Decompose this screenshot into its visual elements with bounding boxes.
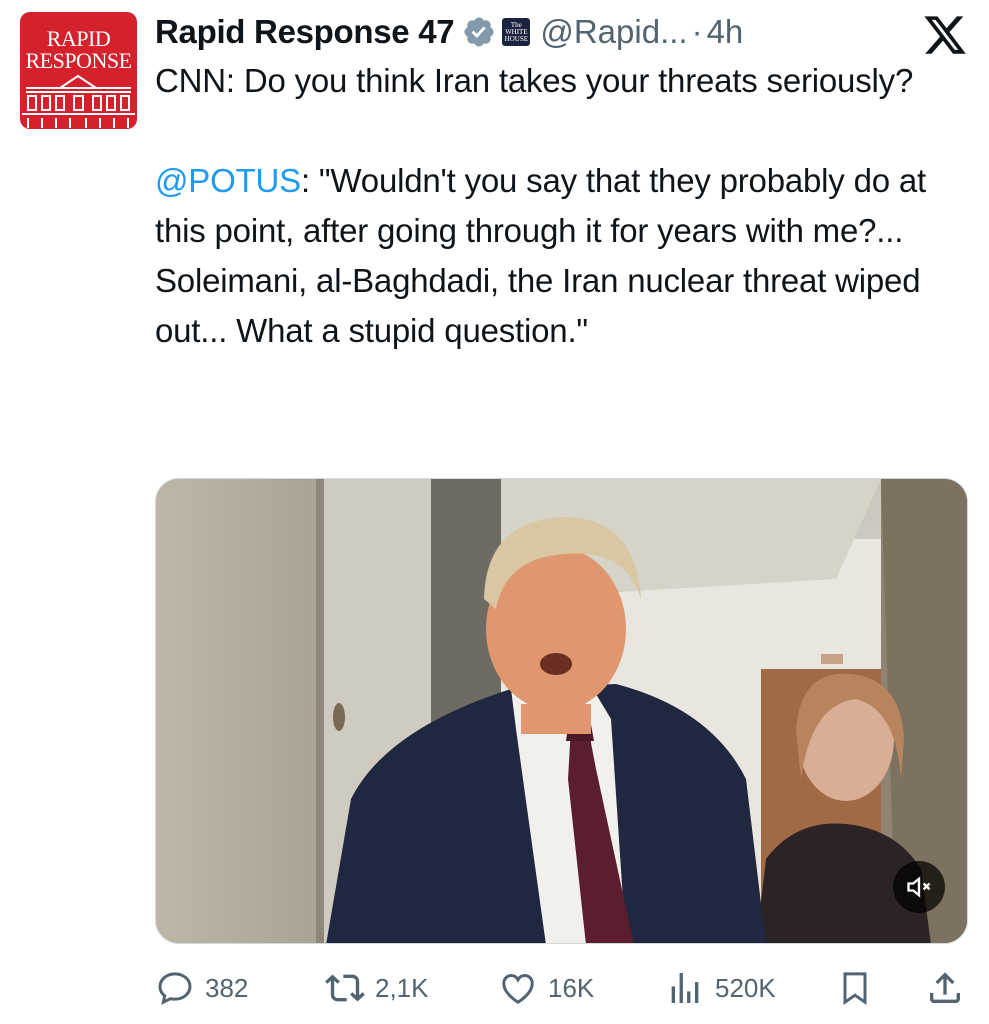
verified-badge-icon[interactable] bbox=[462, 15, 496, 49]
author-avatar[interactable]: RAPID RESPONSE bbox=[20, 12, 137, 129]
tweet-actions: 382 2,1K 16K 520K bbox=[155, 960, 975, 1016]
share-icon bbox=[925, 968, 965, 1008]
repost-button[interactable]: 2,1K bbox=[325, 960, 429, 1016]
display-name[interactable]: Rapid Response 47 bbox=[155, 13, 455, 51]
affiliate-text-line3: HOUSE bbox=[504, 34, 529, 43]
heart-icon bbox=[498, 968, 538, 1008]
author-handle[interactable]: @Rapid... bbox=[540, 13, 687, 51]
avatar-text-line1: RAPID bbox=[46, 26, 111, 51]
share-button[interactable] bbox=[925, 960, 965, 1016]
views-button[interactable]: 520K bbox=[665, 960, 776, 1016]
views-count: 520K bbox=[715, 972, 776, 1003]
repost-count: 2,1K bbox=[375, 972, 429, 1003]
bookmark-icon bbox=[835, 968, 875, 1008]
potus-mention-link[interactable]: @POTUS bbox=[155, 162, 301, 199]
reply-count: 382 bbox=[205, 972, 249, 1003]
avatar-text-line2: RESPONSE bbox=[25, 48, 132, 73]
tweet-answer: @POTUS: "Wouldn't you say that they prob… bbox=[155, 156, 975, 356]
mute-toggle-button[interactable] bbox=[893, 861, 945, 913]
tweet-timestamp[interactable]: 4h bbox=[707, 13, 744, 51]
video-frame bbox=[156, 479, 967, 943]
like-count: 16K bbox=[548, 972, 595, 1003]
like-button[interactable]: 16K bbox=[498, 960, 594, 1016]
white-house-icon bbox=[22, 74, 135, 128]
white-house-affiliate-badge[interactable]: The WHITE HOUSE bbox=[502, 18, 531, 46]
tweet-video[interactable] bbox=[155, 478, 968, 944]
bookmark-button[interactable] bbox=[835, 960, 875, 1016]
x-logo-icon bbox=[922, 12, 968, 58]
reply-icon bbox=[155, 968, 195, 1008]
reply-button[interactable]: 382 bbox=[155, 960, 248, 1016]
tweet-text: CNN: Do you think Iran takes your threat… bbox=[155, 56, 975, 356]
views-chart-icon bbox=[665, 968, 705, 1008]
repost-icon bbox=[325, 968, 365, 1008]
header-separator: · bbox=[691, 13, 703, 50]
tweet-question: CNN: Do you think Iran takes your threat… bbox=[155, 62, 914, 99]
tweet-header: Rapid Response 47 The WHITE HOUSE @Rapid… bbox=[155, 10, 743, 54]
volume-muted-icon bbox=[905, 873, 933, 901]
